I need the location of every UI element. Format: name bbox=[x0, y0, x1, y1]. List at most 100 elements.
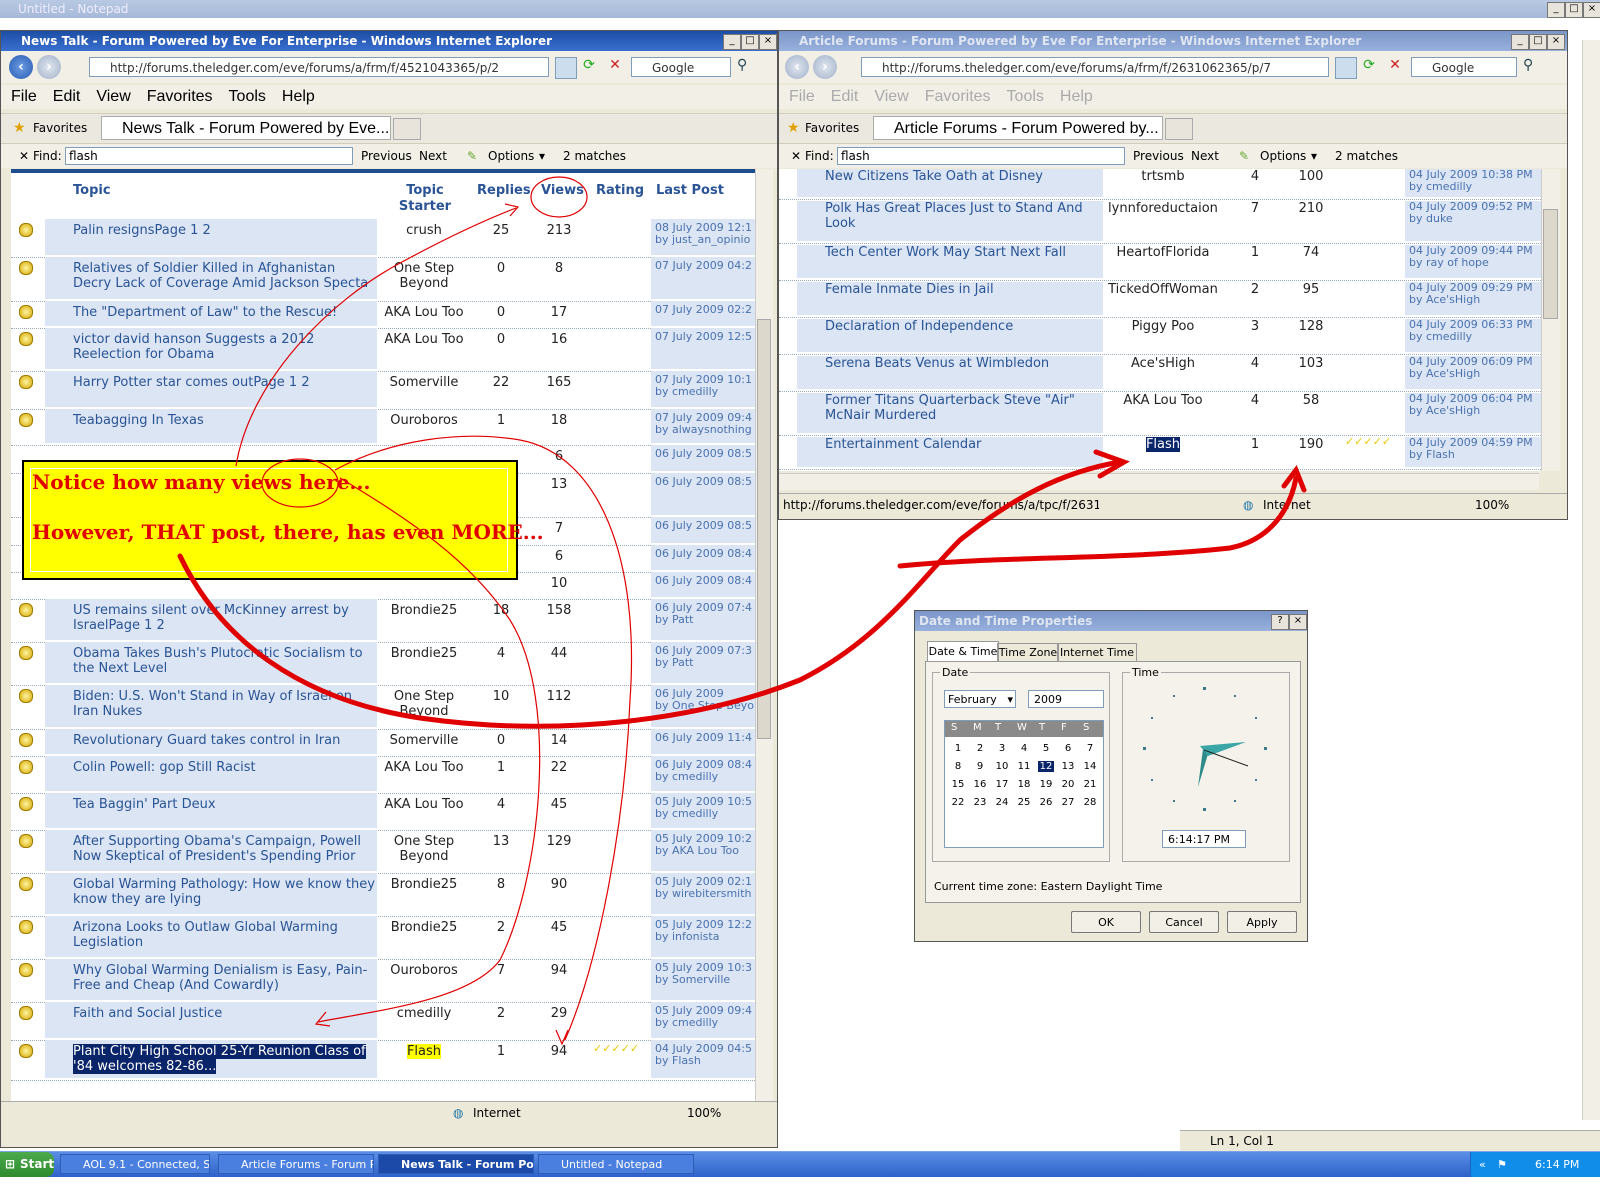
left-find-options-button[interactable]: Options bbox=[488, 144, 534, 168]
calendar-day[interactable]: 23 bbox=[972, 797, 988, 808]
calendar-day[interactable]: 15 bbox=[950, 779, 966, 790]
header-topic[interactable]: Topic bbox=[73, 183, 111, 198]
dialog-tab-date-time[interactable]: Date & Time bbox=[927, 641, 999, 662]
left-menu-help[interactable]: Help bbox=[282, 88, 315, 105]
topic-starter[interactable]: Brondie25 bbox=[391, 877, 458, 892]
calendar-day[interactable]: 25 bbox=[1016, 797, 1032, 808]
last-post-author[interactable]: by duke bbox=[1409, 213, 1541, 225]
right-favorites-button[interactable]: Favorites bbox=[805, 121, 859, 135]
right-menu-favorites[interactable]: Favorites bbox=[925, 88, 991, 105]
topic-link[interactable]: victor david hanson Suggests a 2012 Reel… bbox=[73, 332, 314, 362]
dialog-help-button[interactable]: ? bbox=[1271, 614, 1289, 630]
topic-starter[interactable]: Somerville bbox=[390, 733, 459, 748]
left-maximize-button[interactable]: □ bbox=[741, 34, 759, 50]
last-post-author[interactable]: by cmedilly bbox=[655, 386, 755, 398]
topic-link[interactable]: Harry Potter star comes out bbox=[73, 375, 253, 390]
left-menu-edit[interactable]: Edit bbox=[53, 88, 81, 105]
calendar-day[interactable]: 4 bbox=[1016, 743, 1032, 754]
last-post-author[interactable]: by Flash bbox=[655, 1055, 755, 1067]
topic-link[interactable]: Tech Center Work May Start Next Fall bbox=[825, 245, 1066, 260]
header-topic-starter[interactable]: Topic Starter bbox=[395, 183, 455, 215]
month-select[interactable]: February ▾ bbox=[944, 690, 1016, 708]
calendar-day[interactable]: 20 bbox=[1060, 779, 1076, 790]
right-tab-article-forums[interactable]: Article Forums - Forum Powered by... bbox=[873, 116, 1163, 140]
right-scrollbar[interactable] bbox=[1541, 169, 1560, 471]
left-find-input[interactable]: flash bbox=[65, 147, 353, 165]
last-post-date[interactable]: 07 July 2009 02:2 bbox=[655, 304, 755, 316]
calendar-day[interactable]: 19 bbox=[1038, 779, 1054, 790]
last-post-date[interactable]: 06 July 2009 08:5 bbox=[655, 448, 755, 460]
last-post-author[interactable]: by Flash bbox=[1409, 449, 1541, 461]
task-notepad[interactable]: Untitled - Notepad bbox=[538, 1154, 694, 1174]
right-menu-file[interactable]: File bbox=[789, 88, 815, 105]
topic-link[interactable]: Faith and Social Justice bbox=[73, 1006, 222, 1021]
topic-starter[interactable]: trtsmb bbox=[1141, 169, 1184, 184]
right-find-close-icon[interactable]: ✕ bbox=[791, 144, 801, 168]
right-maximize-button[interactable]: □ bbox=[1529, 34, 1547, 50]
last-post-author[interactable]: by just_an_opinio bbox=[655, 234, 755, 246]
calendar-day[interactable]: 13 bbox=[1060, 761, 1076, 772]
last-post-author[interactable]: by Ace'sHigh bbox=[1409, 294, 1541, 306]
topic-link[interactable]: Colin Powell: gop Still Racist bbox=[73, 760, 256, 775]
topic-starter[interactable]: crush bbox=[406, 223, 442, 238]
last-post-author[interactable]: by cmedilly bbox=[655, 808, 755, 820]
calendar-day[interactable]: 27 bbox=[1060, 797, 1076, 808]
header-views[interactable]: Views bbox=[541, 183, 584, 198]
right-new-tab-button[interactable] bbox=[1165, 118, 1193, 140]
notepad-scrollbar[interactable] bbox=[1582, 40, 1600, 1120]
calendar-day[interactable]: 3 bbox=[994, 743, 1010, 754]
topic-starter[interactable]: HeartofFlorida bbox=[1117, 245, 1210, 260]
left-favorites-button[interactable]: Favorites bbox=[33, 121, 87, 135]
topic-starter[interactable]: Brondie25 bbox=[391, 603, 458, 618]
calendar-day[interactable]: 2 bbox=[972, 743, 988, 754]
left-compat-icon[interactable] bbox=[555, 57, 577, 79]
left-stop-icon[interactable]: ✕ bbox=[605, 57, 625, 77]
start-button[interactable]: ⊞ Start bbox=[0, 1152, 54, 1177]
calendar-day[interactable]: 24 bbox=[994, 797, 1010, 808]
left-menu-view[interactable]: View bbox=[96, 88, 130, 105]
ok-button[interactable]: OK bbox=[1071, 911, 1141, 933]
topic-link[interactable]: Global Warming Pathology: How we know th… bbox=[73, 877, 375, 907]
topic-starter[interactable]: Ouroboros bbox=[390, 413, 457, 428]
right-compat-icon[interactable] bbox=[1335, 57, 1357, 79]
topic-link[interactable]: Polk Has Great Places Just to Stand And … bbox=[825, 201, 1083, 231]
topic-starter[interactable]: AKA Lou Too bbox=[384, 305, 463, 320]
topic-link[interactable]: New Citizens Take Oath at Disney bbox=[825, 169, 1043, 184]
left-options-chevron-down-icon[interactable]: ▾ bbox=[539, 144, 545, 168]
task-article-forums[interactable]: Article Forums - Forum P... bbox=[218, 1154, 374, 1174]
topic-starter[interactable]: Flash bbox=[1145, 437, 1181, 452]
dialog-tab-time-zone[interactable]: Time Zone bbox=[997, 643, 1059, 662]
topic-link[interactable]: Obama Takes Bush's Plutocratic Socialism… bbox=[73, 646, 363, 676]
right-find-input[interactable]: flash bbox=[837, 147, 1125, 165]
cancel-button[interactable]: Cancel bbox=[1149, 911, 1219, 933]
calendar-day[interactable]: 8 bbox=[950, 761, 966, 772]
clock[interactable]: 6:14 PM bbox=[1535, 1152, 1579, 1177]
left-menu-favorites[interactable]: Favorites bbox=[147, 88, 213, 105]
last-post-author[interactable]: by cmedilly bbox=[655, 771, 755, 783]
month-chevron-down-icon[interactable]: ▾ bbox=[1007, 691, 1013, 709]
right-hscrollbar[interactable] bbox=[779, 473, 1539, 490]
header-replies[interactable]: Replies bbox=[477, 183, 531, 198]
calendar-day[interactable]: 9 bbox=[972, 761, 988, 772]
calendar-day[interactable]: 10 bbox=[994, 761, 1010, 772]
left-close-button[interactable]: × bbox=[759, 34, 777, 50]
last-post-author[interactable]: by Ace'sHigh bbox=[1409, 368, 1541, 380]
topic-link[interactable]: Arizona Looks to Outlaw Global Warming L… bbox=[73, 920, 338, 950]
calendar-day[interactable]: 14 bbox=[1082, 761, 1098, 772]
left-forward-icon[interactable]: › bbox=[37, 55, 61, 79]
left-new-tab-button[interactable] bbox=[393, 118, 421, 140]
last-post-date[interactable]: 07 July 2009 04:2 bbox=[655, 260, 755, 272]
topic-link[interactable]: Former Titans Quarterback Steve "Air" Mc… bbox=[825, 393, 1075, 423]
topic-starter[interactable]: Brondie25 bbox=[391, 920, 458, 935]
last-post-author[interactable]: by Ace'sHigh bbox=[1409, 405, 1541, 417]
notepad-minimize-button[interactable]: _ bbox=[1547, 2, 1565, 18]
right-forward-icon[interactable]: › bbox=[813, 55, 837, 79]
last-post-date[interactable]: 06 July 2009 08:4 bbox=[655, 575, 755, 587]
calendar-grid[interactable]: S M T W T F S 1 2 3 4 5 6 7 8 9 10 11 12 13 14 15 16 17 18 19 20 21… bbox=[944, 720, 1104, 848]
year-stepper[interactable]: 2009 bbox=[1028, 690, 1104, 708]
time-stepper[interactable]: 6:14:17 PM bbox=[1162, 830, 1246, 848]
calendar-day[interactable]: 21 bbox=[1082, 779, 1098, 790]
left-zoom-text[interactable]: 100% bbox=[687, 1102, 721, 1124]
topic-starter[interactable]: Piggy Poo bbox=[1132, 319, 1195, 334]
topic-link[interactable]: Declaration of Independence bbox=[825, 319, 1013, 334]
